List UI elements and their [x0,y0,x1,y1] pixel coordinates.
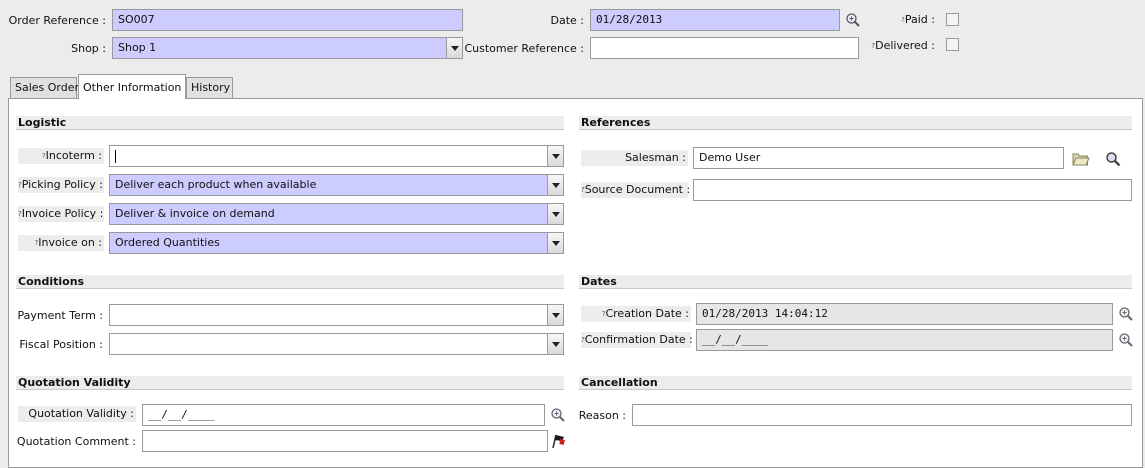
folder-open-icon[interactable] [1072,151,1090,167]
chevron-down-icon[interactable] [547,204,563,224]
creation-date-field: 01/28/2013 14:04:12 [696,303,1113,325]
zoom-icon[interactable] [1118,306,1134,322]
chevron-down-icon[interactable] [547,305,563,325]
paid-label: ?Paid : [901,13,935,26]
paid-checkbox[interactable] [946,13,959,26]
quotation-section-title: Quotation Validity [16,376,564,390]
delivered-label: ?Delivered : [871,39,935,52]
invoice-policy-label: ?Invoice Policy : [18,206,104,222]
chevron-down-icon[interactable] [547,233,563,253]
conditions-section-title: Conditions [16,275,564,289]
logistic-section-title: Logistic [16,116,564,130]
quotation-comment-field[interactable] [142,430,548,452]
quotation-validity-label: Quotation Validity : [18,406,136,422]
fiscal-position-select[interactable] [109,333,564,355]
chevron-down-icon[interactable] [547,175,563,195]
picking-policy-label: ?Picking Policy : [18,177,104,193]
payment-term-label: Payment Term : [17,309,103,322]
order-reference-label: Order Reference : [8,14,106,27]
dates-section-title: Dates [579,275,1132,289]
incoterm-label: ?Incoterm : [18,148,104,164]
picking-policy-value: Deliver each product when available [115,178,317,191]
creation-date-label: ?Creation Date : [581,306,691,322]
invoice-policy-value: Deliver & invoice on demand [115,207,275,220]
invoice-on-select[interactable]: Ordered Quantities [109,232,564,254]
translate-flag-icon[interactable] [550,433,566,449]
text-cursor [115,149,116,163]
chevron-down-icon[interactable] [547,146,563,166]
source-document-field[interactable] [693,179,1132,201]
chevron-down-icon[interactable] [547,334,563,354]
reason-label: Reason : [578,409,626,422]
tab-history[interactable]: History [186,77,233,98]
reason-field[interactable] [632,404,1132,426]
zoom-icon[interactable] [550,407,566,423]
invoice-on-label: ?Invoice on : [18,235,104,251]
confirmation-date-field: __/__/____ [696,329,1113,351]
invoice-on-value: Ordered Quantities [115,236,220,249]
salesman-label: Salesman : [581,150,688,166]
date-field[interactable]: 01/28/2013 [590,9,840,31]
quotation-validity-field[interactable]: __/__/____ [142,404,545,426]
references-section-title: References [579,116,1132,130]
date-label: Date : [550,14,585,27]
delivered-checkbox[interactable] [946,38,959,51]
chevron-down-icon[interactable] [446,38,462,58]
salesman-field[interactable]: Demo User [693,147,1064,169]
confirmation-date-label: ?Confirmation Date : [581,332,693,348]
tab-sales-order[interactable]: Sales Order [10,77,79,98]
quotation-comment-label: Quotation Comment : [16,435,136,448]
zoom-icon[interactable] [1118,332,1134,348]
customer-reference-field[interactable] [590,37,859,59]
source-document-label: ?Source Document : [581,182,691,198]
tab-other-information[interactable]: Other Information [78,74,186,99]
zoom-icon[interactable] [845,12,861,28]
shop-select[interactable]: Shop 1 [112,37,463,59]
fiscal-position-label: Fiscal Position : [19,338,103,351]
picking-policy-select[interactable]: Deliver each product when available [109,174,564,196]
customer-reference-label: Customer Reference : [464,42,584,55]
order-reference-field[interactable]: SO007 [112,9,463,31]
invoice-policy-select[interactable]: Deliver & invoice on demand [109,203,564,225]
incoterm-select[interactable] [109,145,564,167]
cancellation-section-title: Cancellation [579,376,1132,390]
shop-label: Shop : [71,42,106,55]
payment-term-select[interactable] [109,304,564,326]
search-icon[interactable] [1105,151,1121,167]
shop-value: Shop 1 [118,41,157,54]
